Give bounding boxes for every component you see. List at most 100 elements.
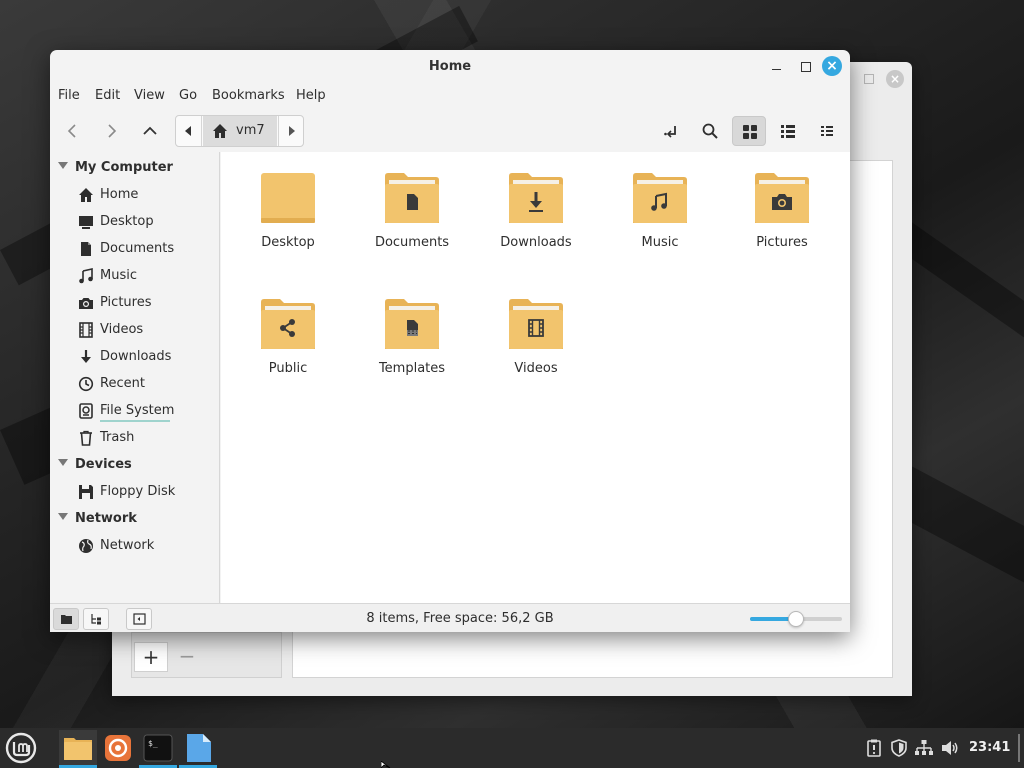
menu-edit[interactable]: Edit — [95, 88, 120, 103]
breadcrumb-home[interactable]: vm7 — [203, 116, 277, 146]
folder-icon — [261, 173, 315, 223]
file-item[interactable]: Downloads — [481, 152, 591, 252]
mint-logo-icon — [5, 732, 37, 764]
folder-icon — [64, 738, 92, 760]
title-bar[interactable]: Home × — [50, 50, 850, 84]
film-icon — [79, 322, 93, 338]
expander-icon — [58, 459, 68, 466]
expander-icon — [58, 162, 68, 169]
compact-view-icon — [821, 126, 833, 136]
globe-icon — [79, 539, 93, 553]
svg-text:$_: $_ — [148, 739, 158, 748]
compact-view-button[interactable] — [810, 116, 844, 146]
file-manager-window: Home × File Edit View Go Bookmarks Help … — [50, 50, 850, 632]
disk-usage-bar — [100, 420, 170, 422]
window-title: Home — [428, 59, 472, 74]
clock-icon — [78, 376, 94, 392]
chevron-left-icon — [67, 124, 76, 138]
download-icon — [81, 350, 91, 363]
maximize-button[interactable] — [794, 56, 816, 78]
file-item[interactable]: Desktop — [233, 152, 343, 252]
mouse-cursor-icon — [381, 761, 391, 768]
trash-icon — [80, 430, 92, 446]
close-button[interactable]: × — [822, 56, 842, 76]
home-icon — [79, 188, 93, 202]
file-item[interactable]: Public — [233, 278, 343, 378]
update-manager-icon[interactable] — [864, 738, 884, 758]
background-window-maximize-button[interactable] — [864, 74, 874, 84]
up-button[interactable] — [137, 118, 163, 144]
file-item[interactable]: Pictures — [727, 152, 837, 252]
volume-icon[interactable] — [940, 738, 960, 758]
path-bar-scroll-right[interactable] — [278, 116, 303, 146]
network-icon[interactable] — [914, 738, 934, 758]
toggle-location-button[interactable] — [654, 116, 688, 146]
menu-bar: File Edit View Go Bookmarks Help — [50, 84, 850, 108]
path-bar: vm7 — [175, 115, 304, 147]
clock[interactable]: 23:41 — [969, 740, 1010, 755]
start-menu-button[interactable] — [2, 730, 40, 766]
forward-button[interactable] — [98, 118, 124, 144]
drive-icon — [79, 403, 93, 419]
chevron-up-icon — [143, 126, 157, 135]
floppy-icon — [79, 485, 93, 499]
text-editor-icon — [187, 734, 211, 762]
list-view-button[interactable] — [771, 116, 805, 146]
camera-icon — [79, 298, 93, 309]
file-item[interactable]: Videos — [481, 278, 591, 378]
zoom-slider[interactable] — [750, 611, 842, 627]
taskbar: $_ 23:41 — [0, 728, 1024, 768]
list-view-icon — [781, 125, 795, 138]
back-button[interactable] — [60, 118, 86, 144]
triangle-left-icon — [185, 126, 191, 136]
music-icon — [79, 268, 93, 284]
terminal-icon: $_ — [143, 734, 173, 762]
taskbar-file-manager[interactable] — [59, 730, 97, 768]
breadcrumb-label: vm7 — [236, 123, 265, 138]
expander-icon — [58, 513, 68, 520]
shield-icon[interactable] — [889, 738, 909, 758]
menu-help[interactable]: Help — [296, 88, 326, 103]
folder-public-icon — [261, 299, 315, 349]
location-entry-icon — [664, 126, 676, 138]
triangle-right-icon — [289, 126, 295, 136]
sidebar-section-network[interactable]: Network — [58, 511, 137, 531]
file-item[interactable]: Music — [605, 152, 715, 252]
file-view[interactable]: Desktop Documents Downloads Music Pictur… — [221, 152, 850, 603]
taskbar-terminal[interactable]: $_ — [139, 730, 177, 768]
menu-file[interactable]: File — [58, 88, 80, 103]
menu-go[interactable]: Go — [179, 88, 197, 103]
menu-view[interactable]: View — [134, 88, 165, 103]
chevron-right-icon — [108, 124, 117, 138]
taskbar-text-editor[interactable] — [179, 730, 217, 768]
file-item[interactable]: Documents — [357, 152, 467, 252]
sidebar: My Computer Home Desktop Documents Music… — [50, 152, 220, 603]
minimize-button[interactable] — [766, 56, 788, 78]
zoom-slider-handle[interactable] — [788, 611, 804, 627]
add-button[interactable]: + — [134, 642, 168, 672]
show-desktop-button[interactable] — [1018, 734, 1020, 762]
file-item[interactable]: Templates — [357, 278, 467, 378]
toolbar: vm7 — [50, 110, 850, 152]
sidebar-section-my-computer[interactable]: My Computer — [58, 160, 173, 180]
status-bar: 8 items, Free space: 56,2 GB — [50, 603, 850, 632]
path-bar-scroll-left[interactable] — [176, 116, 202, 146]
document-icon — [81, 242, 91, 256]
sidebar-section-devices[interactable]: Devices — [58, 457, 132, 477]
search-icon — [702, 123, 718, 139]
folder-documents-icon — [385, 173, 439, 223]
folder-templates-icon — [385, 299, 439, 349]
folder-downloads-icon — [509, 173, 563, 223]
folder-videos-icon — [509, 299, 563, 349]
taskbar-firefox[interactable] — [99, 730, 137, 766]
icon-view-button[interactable] — [732, 116, 766, 146]
firefox-icon — [105, 735, 131, 761]
search-button[interactable] — [693, 116, 727, 146]
desktop-icon — [79, 216, 93, 229]
folder-music-icon — [633, 173, 687, 223]
background-window-close-button[interactable]: × — [886, 70, 904, 88]
remove-button[interactable]: − — [170, 642, 204, 672]
grid-view-icon — [743, 125, 757, 139]
status-text: 8 items, Free space: 56,2 GB — [366, 611, 554, 626]
menu-bookmarks[interactable]: Bookmarks — [212, 88, 285, 103]
